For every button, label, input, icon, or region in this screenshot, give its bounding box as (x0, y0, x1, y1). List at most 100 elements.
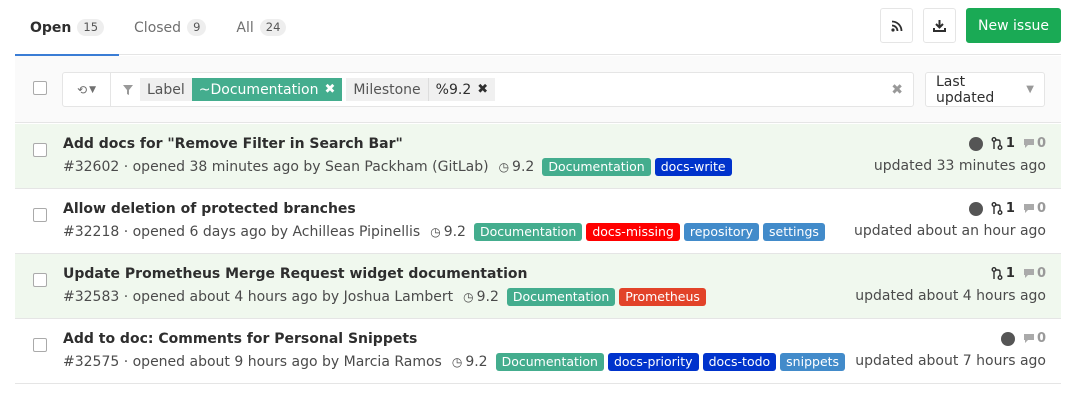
merge-requests-count: 1 (991, 136, 1015, 151)
issue-state-tabs: Open 15 Closed 9 All 24 (15, 0, 301, 56)
rss-icon (890, 20, 902, 32)
issue-milestone[interactable]: 9.2 (465, 354, 487, 370)
issue-updated-time: updated about an hour ago (854, 223, 1046, 239)
assignee-avatar[interactable] (968, 136, 983, 151)
issue-label[interactable]: docs-todo (702, 353, 777, 371)
issue-stats: 1 0 (991, 266, 1046, 281)
issue-checkbox[interactable] (33, 338, 47, 352)
comment-icon (1023, 334, 1034, 343)
filter-bar: ⟲ ▼ Label ~Documentation ✖ Milestone %9.… (15, 56, 1061, 123)
issue-label[interactable]: Documentation (506, 288, 616, 306)
issue-meta: #32583 · opened about 4 hours ago by Jos… (63, 288, 710, 306)
issue-checkbox[interactable] (33, 143, 47, 157)
filtered-search-box[interactable]: ⟲ ▼ Label ~Documentation ✖ Milestone %9.… (62, 72, 914, 107)
comments-count[interactable]: 0 (1023, 266, 1046, 281)
download-icon (933, 20, 947, 32)
top-actions: New issue (880, 8, 1061, 43)
assignee-avatar[interactable] (968, 201, 983, 216)
assignee-avatar[interactable] (1000, 331, 1015, 346)
issue-meta: #32575 · opened about 9 hours ago by Mar… (63, 353, 849, 371)
issue-row[interactable]: Add docs for "Remove Filter in Search Ba… (15, 124, 1061, 189)
issue-label[interactable]: Prometheus (619, 288, 706, 306)
filter-token-label-key[interactable]: Label (140, 78, 192, 101)
comments-count[interactable]: 0 (1023, 201, 1046, 216)
issue-milestone[interactable]: 9.2 (512, 159, 534, 175)
issue-milestone[interactable]: 9.2 (444, 224, 466, 240)
issue-title[interactable]: Update Prometheus Merge Request widget d… (63, 266, 528, 282)
issue-label[interactable]: repository (683, 223, 760, 241)
sort-dropdown[interactable]: Last updated ▼ (925, 72, 1045, 107)
new-issue-button[interactable]: New issue (966, 8, 1061, 43)
export-csv-button[interactable] (923, 8, 957, 43)
chevron-down-icon: ▼ (89, 84, 96, 95)
issue-title[interactable]: Add to doc: Comments for Personal Snippe… (63, 331, 417, 347)
clock-icon: ◷ (498, 160, 510, 174)
issue-title[interactable]: Allow deletion of protected branches (63, 201, 356, 217)
token-value-text: %9.2 (435, 81, 472, 98)
issue-label[interactable]: Documentation (473, 223, 583, 241)
issue-stats: 0 (1000, 331, 1046, 346)
merge-request-icon (991, 202, 1003, 215)
issue-checkbox[interactable] (33, 208, 47, 222)
issue-reference-author: #32218 · opened 6 days ago by Achilleas … (63, 224, 421, 240)
issue-updated-time: updated about 4 hours ago (855, 288, 1046, 304)
merge-requests-count: 1 (991, 201, 1015, 216)
select-all-checkbox[interactable] (33, 81, 47, 95)
issue-reference-author: #32602 · opened 38 minutes ago by Sean P… (63, 159, 489, 175)
comment-icon (1023, 269, 1034, 278)
remove-token-icon[interactable]: ✖ (477, 82, 488, 97)
filter-icon (123, 84, 133, 95)
chevron-down-icon: ▼ (1026, 84, 1034, 95)
issues-list: Add docs for "Remove Filter in Search Ba… (15, 124, 1061, 384)
comment-icon (1023, 204, 1034, 213)
comments-count[interactable]: 0 (1023, 136, 1046, 151)
issue-updated-time: updated 33 minutes ago (873, 158, 1046, 174)
merge-request-icon (991, 137, 1003, 150)
issue-meta: #32602 · opened 38 minutes ago by Sean P… (63, 158, 736, 176)
issue-label[interactable]: snippets (780, 353, 846, 371)
issue-stats: 1 0 (968, 136, 1046, 151)
issue-row[interactable]: Update Prometheus Merge Request widget d… (15, 254, 1061, 319)
recent-searches-dropdown[interactable]: ⟲ ▼ (63, 73, 111, 106)
history-icon: ⟲ (77, 82, 88, 97)
issues-nav: Open 15 Closed 9 All 24 New issue (15, 0, 1061, 56)
issue-row[interactable]: Add to doc: Comments for Personal Snippe… (15, 319, 1061, 384)
issue-reference-author: #32575 · opened about 9 hours ago by Mar… (63, 354, 442, 370)
issue-checkbox[interactable] (33, 273, 47, 287)
comment-icon (1023, 139, 1034, 148)
clock-icon: ◷ (430, 225, 441, 239)
tab-open[interactable]: Open 15 (15, 0, 120, 56)
token-value-text: ~Documentation (198, 81, 319, 98)
issue-row[interactable]: Allow deletion of protected branches #32… (15, 189, 1061, 254)
filter-token-label-value[interactable]: ~Documentation ✖ (191, 78, 343, 101)
issue-updated-time: updated about 7 hours ago (855, 353, 1046, 369)
issue-label[interactable]: docs-priority (607, 353, 699, 371)
issue-meta: #32218 · opened 6 days ago by Achilleas … (63, 223, 829, 241)
issue-label[interactable]: docs-write (654, 158, 732, 176)
tab-label: Open (30, 19, 72, 36)
merge-request-icon (991, 267, 1003, 280)
filter-token-milestone-value[interactable]: %9.2 ✖ (427, 78, 496, 101)
issue-label[interactable]: settings (763, 223, 825, 241)
issue-label[interactable]: Documentation (495, 353, 604, 371)
issue-reference-author: #32583 · opened about 4 hours ago by Jos… (63, 289, 454, 305)
clock-icon: ◷ (451, 355, 463, 369)
merge-requests-count: 1 (991, 266, 1015, 281)
remove-token-icon[interactable]: ✖ (324, 82, 335, 97)
tab-closed[interactable]: Closed 9 (119, 0, 221, 55)
issue-stats: 1 0 (968, 201, 1046, 216)
comments-count[interactable]: 0 (1023, 331, 1046, 346)
sort-label: Last updated (936, 73, 995, 106)
filter-token-milestone-key[interactable]: Milestone (346, 78, 428, 101)
rss-button[interactable] (880, 8, 914, 43)
tab-count-badge: 24 (259, 19, 287, 36)
issue-milestone[interactable]: 9.2 (477, 289, 499, 305)
clock-icon: ◷ (463, 290, 474, 304)
issue-title[interactable]: Add docs for "Remove Filter in Search Ba… (63, 136, 403, 152)
issue-label[interactable]: Documentation (542, 158, 651, 176)
issue-label[interactable]: docs-missing (586, 223, 680, 241)
clear-search-icon[interactable]: ✖ (891, 82, 903, 98)
tab-count-badge: 15 (77, 19, 105, 36)
tab-all[interactable]: All 24 (221, 0, 301, 55)
tab-label: Closed (134, 19, 182, 36)
